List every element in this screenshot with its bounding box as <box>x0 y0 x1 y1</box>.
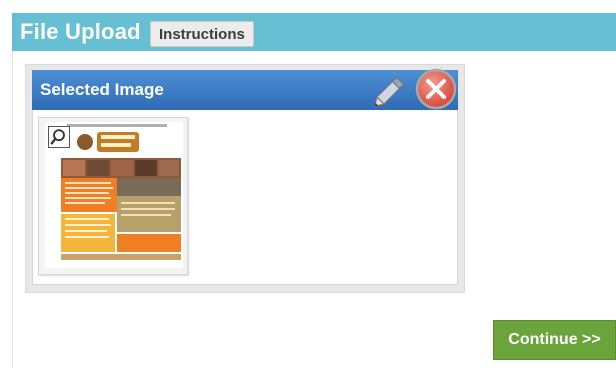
magnifier-icon[interactable] <box>48 126 70 148</box>
instructions-button[interactable]: Instructions <box>150 21 254 47</box>
close-icon[interactable] <box>414 67 458 111</box>
pencil-icon[interactable] <box>370 70 412 110</box>
header-bar: File Upload Instructions <box>12 13 616 51</box>
panel-title: Selected Image <box>40 80 164 99</box>
continue-button[interactable]: Continue >> <box>493 320 616 360</box>
page-title: File Upload <box>20 19 141 44</box>
content-divider <box>12 51 13 368</box>
